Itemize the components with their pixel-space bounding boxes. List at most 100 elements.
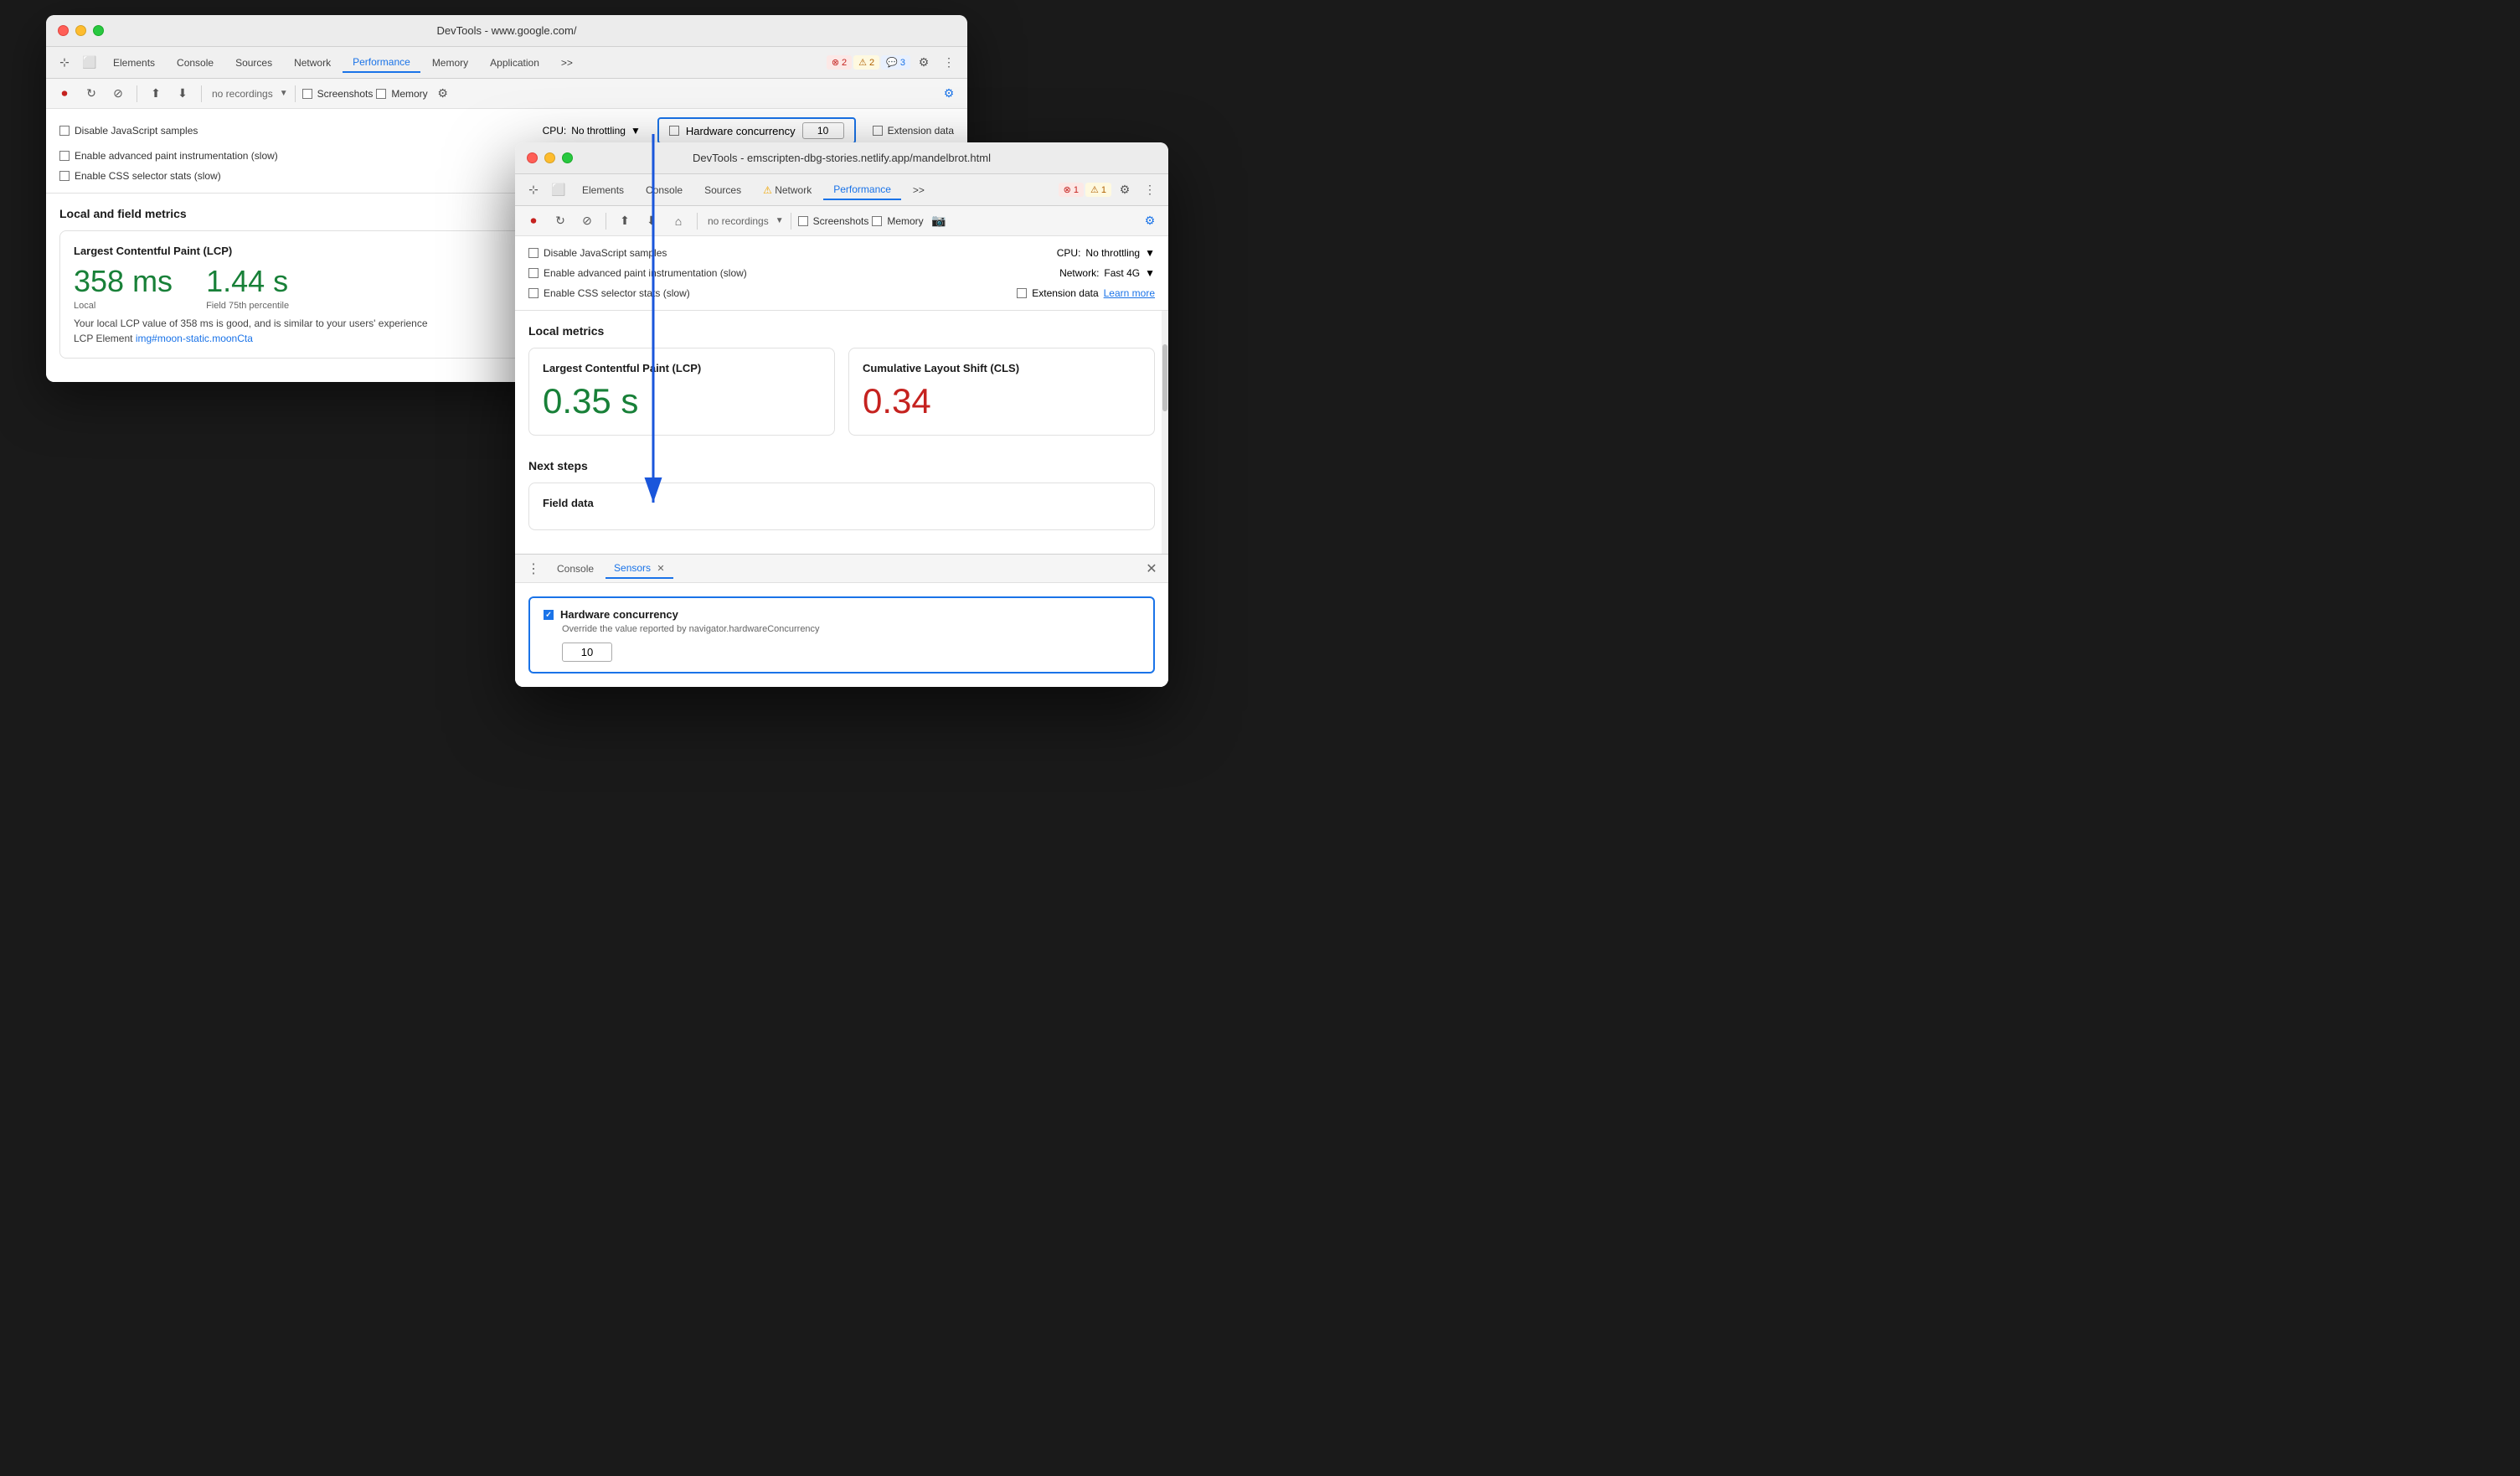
maximize-button-2[interactable]	[562, 152, 573, 163]
device-icon-2[interactable]: ⬜	[547, 178, 570, 202]
lcp-field-label: Field 75th percentile	[206, 301, 289, 311]
minimize-button-1[interactable]	[75, 25, 86, 36]
upload-icon-2[interactable]: ⬆	[613, 209, 636, 233]
download-icon[interactable]: ⬇	[171, 82, 194, 106]
tab-console-2[interactable]: Console	[636, 181, 693, 199]
cpu-arrow[interactable]: ▼	[631, 125, 641, 137]
advanced-paint-label: Enable advanced paint instrumentation (s…	[75, 150, 278, 162]
home-icon[interactable]: ⌂	[667, 209, 690, 233]
clear-icon[interactable]: ⊘	[106, 82, 130, 106]
recordings-dropdown-2[interactable]: no recordings	[704, 215, 772, 227]
disable-js-icon-2	[528, 248, 539, 258]
tab-more-2[interactable]: >>	[903, 181, 935, 199]
dropdown-arrow-2[interactable]: ▼	[776, 216, 784, 225]
close-button-2[interactable]	[527, 152, 538, 163]
camera-icon[interactable]: 📷	[927, 209, 951, 233]
more-icon-2[interactable]: ⋮	[1138, 178, 1162, 202]
cpu-value: No throttling	[571, 125, 626, 137]
drawer-tab-sensors[interactable]: Sensors ✕	[606, 559, 673, 579]
learn-more-link[interactable]: Learn more	[1104, 287, 1155, 299]
warning-icon-2: ⚠	[1090, 184, 1099, 195]
cursor-icon-2[interactable]: ⊹	[522, 178, 545, 202]
hw-concurrency-input[interactable]	[802, 122, 844, 139]
tab-performance-2[interactable]: Performance	[823, 180, 901, 200]
tab-application-1[interactable]: Application	[480, 54, 549, 72]
screenshots-checkbox[interactable]: Screenshots	[302, 85, 374, 102]
tab-sources-2[interactable]: Sources	[694, 181, 751, 199]
hw-concurrency-checkbox[interactable]	[669, 126, 679, 136]
disable-js-checkbox-2[interactable]: Disable JavaScript samples	[528, 245, 667, 261]
advanced-paint-checkbox[interactable]: Enable advanced paint instrumentation (s…	[59, 147, 278, 164]
clear-icon-2[interactable]: ⊘	[575, 209, 599, 233]
gear-icon-1[interactable]: ⚙	[937, 82, 961, 106]
traffic-lights-1	[58, 25, 104, 36]
tab-network-1[interactable]: Network	[284, 54, 341, 72]
warning-badge-1: ⚠ 2	[853, 55, 879, 70]
refresh-icon[interactable]: ↻	[80, 82, 103, 106]
record-icon-2[interactable]: ⏺	[522, 209, 545, 233]
dropdown-arrow-1[interactable]: ▼	[280, 89, 288, 98]
next-steps-title: Next steps	[528, 459, 1155, 472]
record-icon[interactable]: ⏺	[53, 82, 76, 106]
maximize-button-1[interactable]	[93, 25, 104, 36]
devtools-settings-2: Disable JavaScript samples CPU: No throt…	[515, 236, 1168, 311]
cls-title: Cumulative Layout Shift (CLS)	[863, 362, 1141, 374]
tab-memory-1[interactable]: Memory	[422, 54, 478, 72]
extension-data-label: Extension data	[888, 125, 954, 137]
drawer-close-icon[interactable]: ✕	[1141, 559, 1162, 579]
minimize-button-2[interactable]	[544, 152, 555, 163]
disable-js-checkbox[interactable]: Disable JavaScript samples	[59, 122, 198, 139]
hw-card-checkbox[interactable]	[544, 610, 554, 620]
css-sel-icon	[59, 171, 70, 181]
cls-value: 0.34	[863, 381, 1141, 421]
devtools-tabs-2: ⊹ ⬜ Elements Console Sources ⚠ Network P…	[515, 174, 1168, 206]
lcp-selector[interactable]: img#moon-static.moonCta	[136, 333, 253, 344]
ext-data-icon-2[interactable]	[1017, 288, 1027, 298]
hw-concurrency-label: Hardware concurrency	[686, 125, 796, 137]
devtools-window-2: DevTools - emscripten-dbg-stories.netlif…	[515, 142, 1168, 687]
network-arrow-2[interactable]: ▼	[1145, 267, 1155, 279]
tab-console-1[interactable]: Console	[167, 54, 224, 72]
tab-network-2[interactable]: ⚠ Network	[753, 181, 822, 199]
refresh-icon-2[interactable]: ↻	[549, 209, 572, 233]
hw-card-input[interactable]	[562, 643, 612, 662]
drawer-tab-console[interactable]: Console	[549, 560, 602, 578]
settings-icon-2[interactable]: ⚙	[1113, 178, 1136, 202]
recordings-dropdown[interactable]: no recordings	[209, 88, 276, 100]
tab-sources-1[interactable]: Sources	[225, 54, 282, 72]
advanced-paint-checkbox-2[interactable]: Enable advanced paint instrumentation (s…	[528, 265, 747, 281]
tab-more-1[interactable]: >>	[551, 54, 583, 72]
gear-icon-2[interactable]: ⚙	[1138, 209, 1162, 233]
tab-elements-1[interactable]: Elements	[103, 54, 165, 72]
more-toolbar-icon[interactable]: ⚙	[431, 82, 455, 106]
field-data-card: Field data	[528, 483, 1155, 530]
extension-data-checkbox[interactable]: Extension data	[873, 122, 954, 139]
more-icon-1[interactable]: ⋮	[937, 51, 961, 75]
tab-performance-1[interactable]: Performance	[343, 53, 420, 73]
upload-icon[interactable]: ⬆	[144, 82, 167, 106]
devtools-toolbar-1: ⏺ ↻ ⊘ ⬆ ⬇ no recordings ▼ Screenshots Me…	[46, 79, 967, 109]
memory-checkbox[interactable]: Memory	[376, 85, 427, 102]
css-selector-checkbox[interactable]: Enable CSS selector stats (slow)	[59, 168, 221, 184]
download-icon-2[interactable]: ⬇	[640, 209, 663, 233]
warning-icon: ⚠	[858, 57, 867, 68]
scrollbar-right[interactable]	[1162, 311, 1168, 554]
memory-checkbox-2[interactable]: Memory	[872, 213, 923, 230]
css-selector-checkbox-2[interactable]: Enable CSS selector stats (slow)	[528, 285, 690, 302]
cursor-icon[interactable]: ⊹	[53, 51, 76, 75]
settings-icon-1[interactable]: ⚙	[912, 51, 935, 75]
cpu-label: CPU:	[543, 125, 567, 137]
drawer-more-icon[interactable]: ⋮	[522, 557, 545, 581]
device-icon[interactable]: ⬜	[78, 51, 101, 75]
close-button-1[interactable]	[58, 25, 69, 36]
window-title-1: DevTools - www.google.com/	[437, 24, 577, 37]
css-sel-icon-2	[528, 288, 539, 298]
hw-concurrency-card: Hardware concurrency Override the value …	[528, 596, 1155, 673]
drawer-tab-close[interactable]: ✕	[657, 564, 664, 574]
memory-label-2: Memory	[887, 215, 923, 227]
cpu-arrow-2[interactable]: ▼	[1145, 247, 1155, 259]
lcp-field-number: 1.44 s	[206, 264, 289, 299]
tab-elements-2[interactable]: Elements	[572, 181, 634, 199]
lcp-title-2: Largest Contentful Paint (LCP)	[543, 362, 821, 374]
screenshots-checkbox-2[interactable]: Screenshots	[798, 213, 869, 230]
